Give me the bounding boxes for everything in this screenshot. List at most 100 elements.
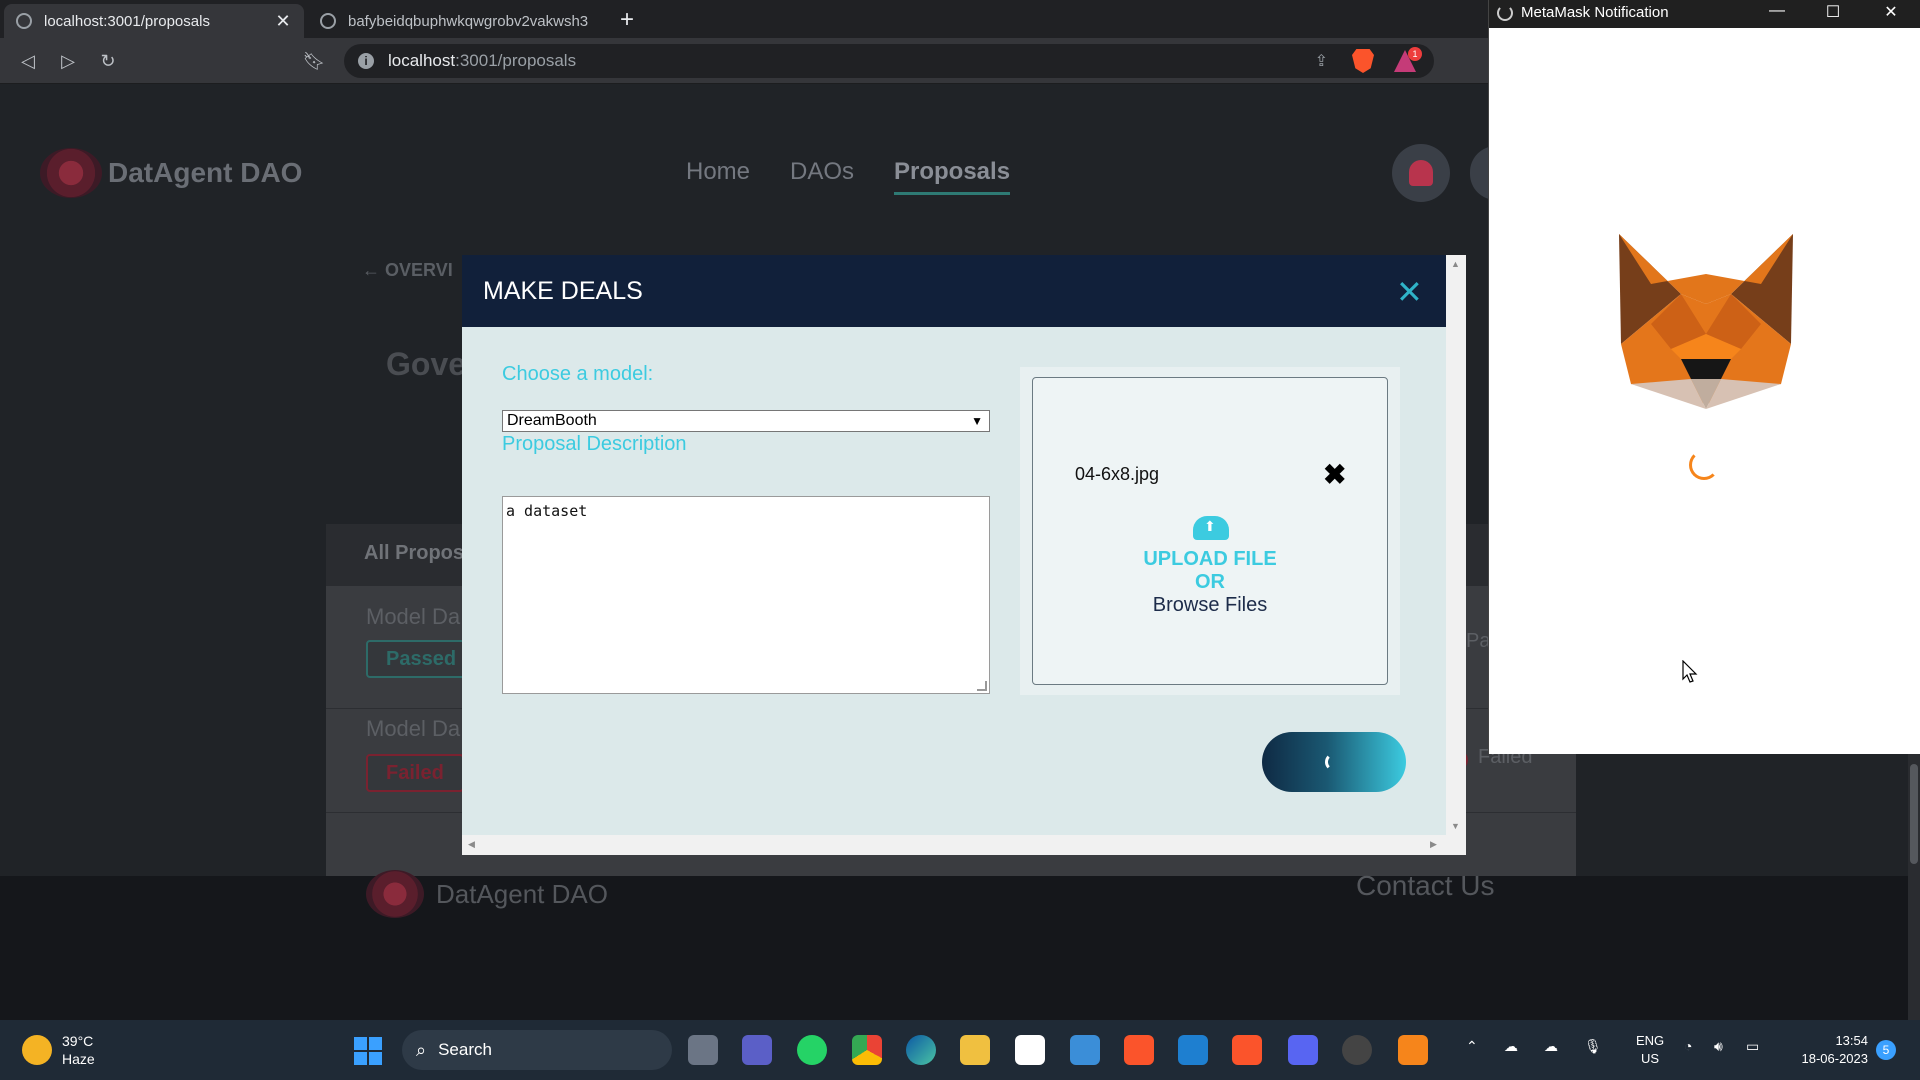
clock[interactable]: 13:54 18-06-2023 xyxy=(1788,1032,1869,1068)
file-explorer-icon[interactable] xyxy=(960,1035,990,1065)
back-arrow-icon[interactable]: ◁ xyxy=(14,47,42,75)
new-tab-button[interactable]: + xyxy=(620,6,634,34)
address-bar[interactable]: i localhost :3001/proposals ⇪ 1 xyxy=(344,44,1434,78)
task-view-icon[interactable] xyxy=(688,1035,718,1065)
description-value: a dataset xyxy=(506,502,588,520)
rewards-badge: 1 xyxy=(1408,47,1422,61)
obs-icon[interactable] xyxy=(1342,1035,1372,1065)
status-badge-passed: Passed xyxy=(366,640,477,678)
site-info-icon[interactable]: i xyxy=(358,53,374,69)
browser-tab-bar: localhost:3001/proposals ✕ bafybeidqbuph… xyxy=(0,0,1490,38)
wifi-icon[interactable]: ◔ xyxy=(1684,1038,1692,1054)
brave-browser-icon[interactable] xyxy=(1124,1035,1154,1065)
submit-deal-button[interactable] xyxy=(1262,732,1406,792)
chrome-icon[interactable] xyxy=(852,1035,882,1065)
windows-start-icon[interactable] xyxy=(354,1037,382,1065)
metamask-fox-icon xyxy=(1619,234,1793,409)
vscode-icon[interactable] xyxy=(1178,1035,1208,1065)
url-host: localhost xyxy=(388,51,456,70)
metamask-taskbar-icon[interactable] xyxy=(1398,1035,1428,1065)
tab-ipfs[interactable]: bafybeidqbuphwkqwgrobv2vakwsh3l6 xyxy=(308,4,600,38)
taskbar-search[interactable]: ⌕ Search xyxy=(402,1030,672,1070)
notification-bell-icon[interactable] xyxy=(1392,144,1450,202)
brave-beta-icon[interactable] xyxy=(1232,1035,1262,1065)
close-tab-icon[interactable]: ✕ xyxy=(274,11,292,32)
onedrive-business-icon[interactable]: ☁ xyxy=(1544,1038,1558,1055)
search-label: Search xyxy=(438,1040,492,1059)
scroll-down-icon[interactable]: ▼ xyxy=(1451,821,1460,831)
tab-proposals[interactable]: localhost:3001/proposals ✕ xyxy=(4,4,304,38)
proposal-row-title[interactable]: Model Da xyxy=(366,716,460,742)
lang-bottom: US xyxy=(1641,1051,1660,1066)
volume-icon[interactable]: 🔊︎ xyxy=(1714,1038,1723,1055)
nav-home[interactable]: Home xyxy=(686,158,750,186)
bookmark-icon[interactable]: 🔖︎ xyxy=(300,47,328,75)
nav-proposals[interactable]: Proposals xyxy=(894,158,1010,186)
footer-brand[interactable]: DatAgent DAO xyxy=(360,870,608,918)
description-label: Proposal Description xyxy=(502,433,687,455)
teams-chat-icon[interactable] xyxy=(742,1035,772,1065)
share-icon[interactable]: ⇪ xyxy=(1315,51,1328,71)
maximize-icon[interactable]: ☐ xyxy=(1823,2,1843,22)
date: 18-06-2023 xyxy=(1801,1051,1869,1066)
nav-daos[interactable]: DAOs xyxy=(790,158,854,186)
onedrive-icon[interactable]: ☁ xyxy=(1504,1038,1518,1055)
status-badge-failed: Failed xyxy=(366,754,464,792)
back-to-overview-link[interactable]: ← OVERVI xyxy=(362,260,453,281)
modal-header: MAKE DEALS ✕ xyxy=(462,255,1446,327)
proposal-row-title[interactable]: Model Da xyxy=(366,604,460,630)
resize-handle-icon[interactable] xyxy=(977,681,987,691)
edge-icon[interactable] xyxy=(906,1035,936,1065)
scroll-up-icon[interactable]: ▲ xyxy=(1451,259,1460,269)
dao-logo-icon xyxy=(40,148,102,198)
whatsapp-icon[interactable] xyxy=(797,1035,827,1065)
browse-files-link[interactable]: Browse Files xyxy=(1033,594,1387,617)
upload-or-label: OR xyxy=(1195,571,1225,593)
url-path: :3001/proposals xyxy=(455,51,577,70)
microphone-icon[interactable]: 🎙︎ xyxy=(1584,1038,1602,1055)
close-window-icon[interactable]: ✕ xyxy=(1881,2,1901,22)
browser-toolbar: ◁ ▷ ↻ 🔖︎ i localhost :3001/proposals ⇪ 1 xyxy=(0,38,1490,84)
mail-icon[interactable] xyxy=(1070,1035,1100,1065)
site-footer xyxy=(0,876,1920,1020)
brand-name: DatAgent DAO xyxy=(108,157,303,188)
cloud-upload-icon xyxy=(1193,516,1229,540)
weather-condition: Haze xyxy=(62,1051,95,1067)
forward-arrow-icon[interactable]: ▷ xyxy=(54,47,82,75)
input-language[interactable]: ENG US xyxy=(1636,1032,1664,1068)
loading-icon xyxy=(1497,5,1513,21)
scroll-right-icon[interactable]: ▶ xyxy=(1430,839,1437,850)
chevron-up-icon[interactable]: ⌃ xyxy=(1466,1038,1478,1055)
metamask-window-title: MetaMask Notification xyxy=(1521,4,1669,21)
microsoft-store-icon[interactable] xyxy=(1015,1035,1045,1065)
contact-us-link[interactable]: Contact Us xyxy=(1356,870,1495,902)
discord-icon[interactable] xyxy=(1288,1035,1318,1065)
proposal-description-input[interactable]: a dataset xyxy=(502,496,990,694)
windows-taskbar: 39°C Haze ⌕ Search ⌃ ☁ ☁ 🎙︎ ENG US ◔ 🔊︎ … xyxy=(0,1020,1920,1080)
reload-icon[interactable]: ↻ xyxy=(94,47,122,75)
weather-widget[interactable]: 39°C Haze xyxy=(22,1032,95,1068)
list-header-label[interactable]: All Propos xyxy=(364,542,464,565)
temperature: 39°C xyxy=(62,1033,94,1049)
scrollbar-thumb[interactable] xyxy=(1910,764,1918,864)
notification-count-badge[interactable]: 5 xyxy=(1876,1040,1896,1060)
proposal-row-status: Pa xyxy=(1466,630,1491,652)
remove-file-icon[interactable]: ✖ xyxy=(1323,458,1346,491)
upload-file-label: UPLOAD FILE xyxy=(1143,548,1277,570)
model-select[interactable]: DreamBooth ▼ xyxy=(502,410,990,432)
tab-title: localhost:3001/proposals xyxy=(44,12,210,30)
metamask-titlebar: MetaMask Notification — ☐ ✕ xyxy=(1489,0,1920,28)
globe-icon xyxy=(16,13,32,29)
battery-icon[interactable]: ▭ xyxy=(1746,1038,1759,1055)
modal-vertical-scrollbar[interactable]: ▲ ▼ xyxy=(1446,255,1466,835)
modal-horizontal-scrollbar[interactable]: ◀ ▶ xyxy=(462,835,1466,855)
minimize-icon[interactable]: — xyxy=(1767,2,1787,20)
site-brand[interactable]: DatAgent DAO xyxy=(40,148,302,198)
scroll-left-icon[interactable]: ◀ xyxy=(468,839,475,850)
model-label: Choose a model: xyxy=(502,363,654,385)
weather-haze-icon xyxy=(22,1035,52,1065)
close-icon[interactable]: ✕ xyxy=(1396,273,1423,311)
page-heading: Gove xyxy=(386,346,467,382)
file-dropzone[interactable]: 04-6x8.jpg ✖ UPLOAD FILE OR Browse Files xyxy=(1032,377,1388,685)
brave-shields-icon[interactable] xyxy=(1352,49,1374,73)
